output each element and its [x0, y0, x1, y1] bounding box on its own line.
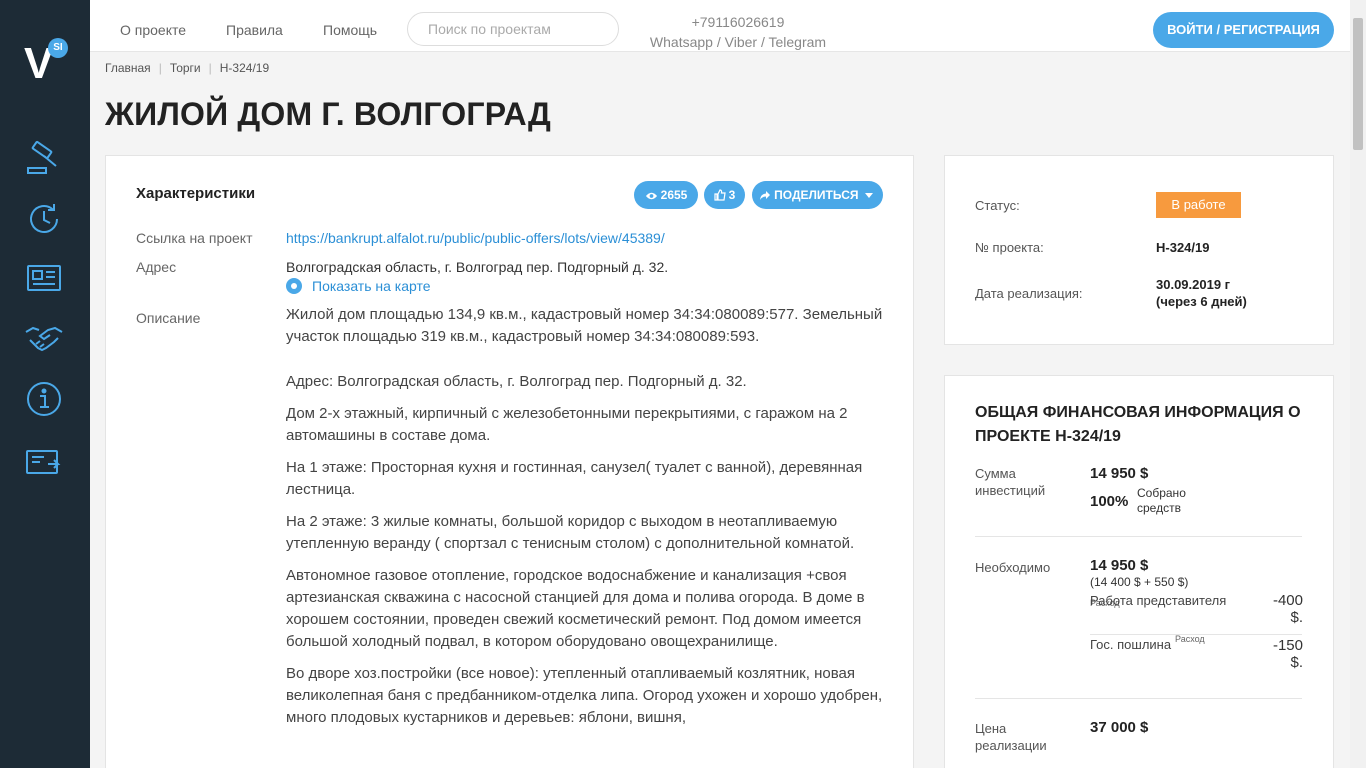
- eye-icon: [645, 192, 657, 200]
- description-paragraph: Жилой дом площадью 134,9 кв.м., кадастро…: [286, 306, 883, 345]
- phone-number[interactable]: +79116026619: [648, 12, 828, 32]
- collected-percent: 100%: [1090, 493, 1129, 510]
- realization-date-value: 30.09.2019 г: [1156, 277, 1231, 292]
- status-badge: В работе: [1156, 192, 1241, 218]
- page-title: ЖИЛОЙ ДОМ Г. ВОЛГОГРАД: [105, 96, 551, 132]
- expense-amount: -400 $.: [1272, 592, 1303, 626]
- address-value: Волгоградская область, г. Волгоград пер.…: [286, 259, 669, 275]
- project-number-value: Н-324/19: [1156, 240, 1210, 255]
- needed-breakdown: (14 400 $ + 550 $): [1090, 575, 1189, 589]
- breadcrumb-current: Н-324/19: [219, 61, 270, 75]
- divider: [975, 536, 1302, 537]
- description-label: Описание: [136, 310, 201, 326]
- contact-block: +79116026619 Whatsapp / Viber / Telegram: [648, 12, 828, 52]
- realization-date-note: (через 6 дней): [1156, 294, 1247, 309]
- price-label: Цена реализации: [975, 721, 1047, 753]
- description-paragraph: На 2 этаже: 3 жилые комнаты, большой кор…: [286, 513, 855, 552]
- finance-card: ОБЩАЯ ФИНАНСОВАЯ ИНФОРМАЦИЯ О ПРОЕКТЕ Н-…: [944, 375, 1334, 768]
- characteristics-title: Характеристики: [136, 185, 256, 202]
- mail-card-icon[interactable]: [24, 442, 64, 482]
- description-paragraph: На 1 этаже: Просторная кухня и гостинная…: [286, 459, 863, 498]
- project-number-label: № проекта:: [975, 240, 1044, 255]
- description-text: Жилой дом площадью 134,9 кв.м., кадастро…: [286, 304, 886, 739]
- scrollbar-thumb[interactable]: [1353, 18, 1363, 150]
- search-input[interactable]: [407, 12, 619, 46]
- divider: [975, 698, 1302, 699]
- logo-badge: SI: [48, 38, 68, 58]
- breadcrumb-separator: |: [208, 61, 212, 75]
- show-on-map-link[interactable]: Показать на карте: [286, 278, 431, 294]
- expense-name: Гос. пошлина: [1090, 637, 1172, 652]
- views-badge: 2655: [634, 181, 698, 209]
- breadcrumb: Главная | Торги | Н-324/19: [105, 61, 269, 75]
- show-on-map-label: Показать на карте: [312, 278, 431, 294]
- handshake-icon[interactable]: [24, 318, 64, 358]
- expense-name: Работа представителя: [1090, 593, 1227, 608]
- page-scrollbar[interactable]: [1350, 0, 1366, 768]
- map-pin-icon: [286, 278, 302, 294]
- like-button[interactable]: 3: [704, 181, 745, 209]
- messengers-text: Whatsapp / Viber / Telegram: [649, 34, 827, 50]
- needed-value: 14 950 $: [1090, 557, 1149, 574]
- newspaper-icon[interactable]: [24, 258, 64, 298]
- likes-count: 3: [728, 188, 736, 202]
- sidebar: V SI: [0, 0, 90, 768]
- project-link[interactable]: https://bankrupt.alfalot.ru/public/publi…: [286, 230, 665, 246]
- price-value: 37 000 $: [1090, 719, 1149, 736]
- status-card: Статус: В работе № проекта: Н-324/19 Дат…: [944, 155, 1334, 345]
- nav-rules[interactable]: Правила: [226, 22, 283, 38]
- share-label: ПОДЕЛИТЬСЯ: [774, 188, 859, 202]
- login-register-button[interactable]: ВОЙТИ / РЕГИСТРАЦИЯ: [1153, 12, 1334, 48]
- link-label: Ссылка на проект: [136, 230, 253, 246]
- realization-date-label: Дата реализация:: [975, 286, 1083, 301]
- description-paragraph: Автономное газовое отопление, городское …: [286, 567, 865, 650]
- investment-value: 14 950 $: [1090, 465, 1149, 482]
- gavel-icon[interactable]: [24, 138, 64, 178]
- collected-label: Собрано средств: [1137, 486, 1186, 515]
- needed-label: Необходимо: [975, 560, 1051, 575]
- address-label: Адрес: [136, 259, 177, 275]
- characteristics-card: Характеристики 2655 3 ПОДЕЛИТЬСЯ Ссылка …: [105, 155, 914, 768]
- refresh-clock-icon[interactable]: [24, 199, 64, 239]
- thumbs-up-icon: [714, 189, 726, 201]
- description-paragraph: Во дворе хоз.постройки (все новое): утеп…: [286, 665, 883, 726]
- investment-label: Сумма инвестиций: [975, 466, 1046, 498]
- status-label: Статус:: [975, 198, 1020, 213]
- info-icon[interactable]: [24, 379, 64, 419]
- description-paragraph: Адрес: Волгоградская область, г. Волгогр…: [286, 373, 747, 390]
- expense-amount: -150 $.: [1272, 637, 1303, 671]
- breadcrumb-separator: |: [158, 61, 162, 75]
- header: О проекте Правила Помощь +79116026619 Wh…: [90, 0, 1350, 52]
- share-button[interactable]: ПОДЕЛИТЬСЯ: [752, 181, 883, 209]
- views-count: 2655: [660, 188, 688, 202]
- realization-date: 30.09.2019 г (через 6 дней): [1156, 276, 1247, 310]
- breadcrumb-auctions[interactable]: Торги: [170, 61, 201, 75]
- caret-down-icon: [864, 193, 873, 198]
- share-arrow-icon: [760, 191, 771, 200]
- expense-tag: Расход: [1175, 634, 1205, 644]
- logo[interactable]: V SI: [22, 38, 72, 88]
- breadcrumb-home[interactable]: Главная: [105, 61, 151, 75]
- description-paragraph: Дом 2-х этажный, кирпичный с железобетон…: [286, 405, 848, 444]
- nav-help[interactable]: Помощь: [323, 22, 377, 38]
- nav-about[interactable]: О проекте: [120, 22, 186, 38]
- finance-title: ОБЩАЯ ФИНАНСОВАЯ ИНФОРМАЦИЯ О ПРОЕКТЕ Н-…: [975, 404, 1301, 445]
